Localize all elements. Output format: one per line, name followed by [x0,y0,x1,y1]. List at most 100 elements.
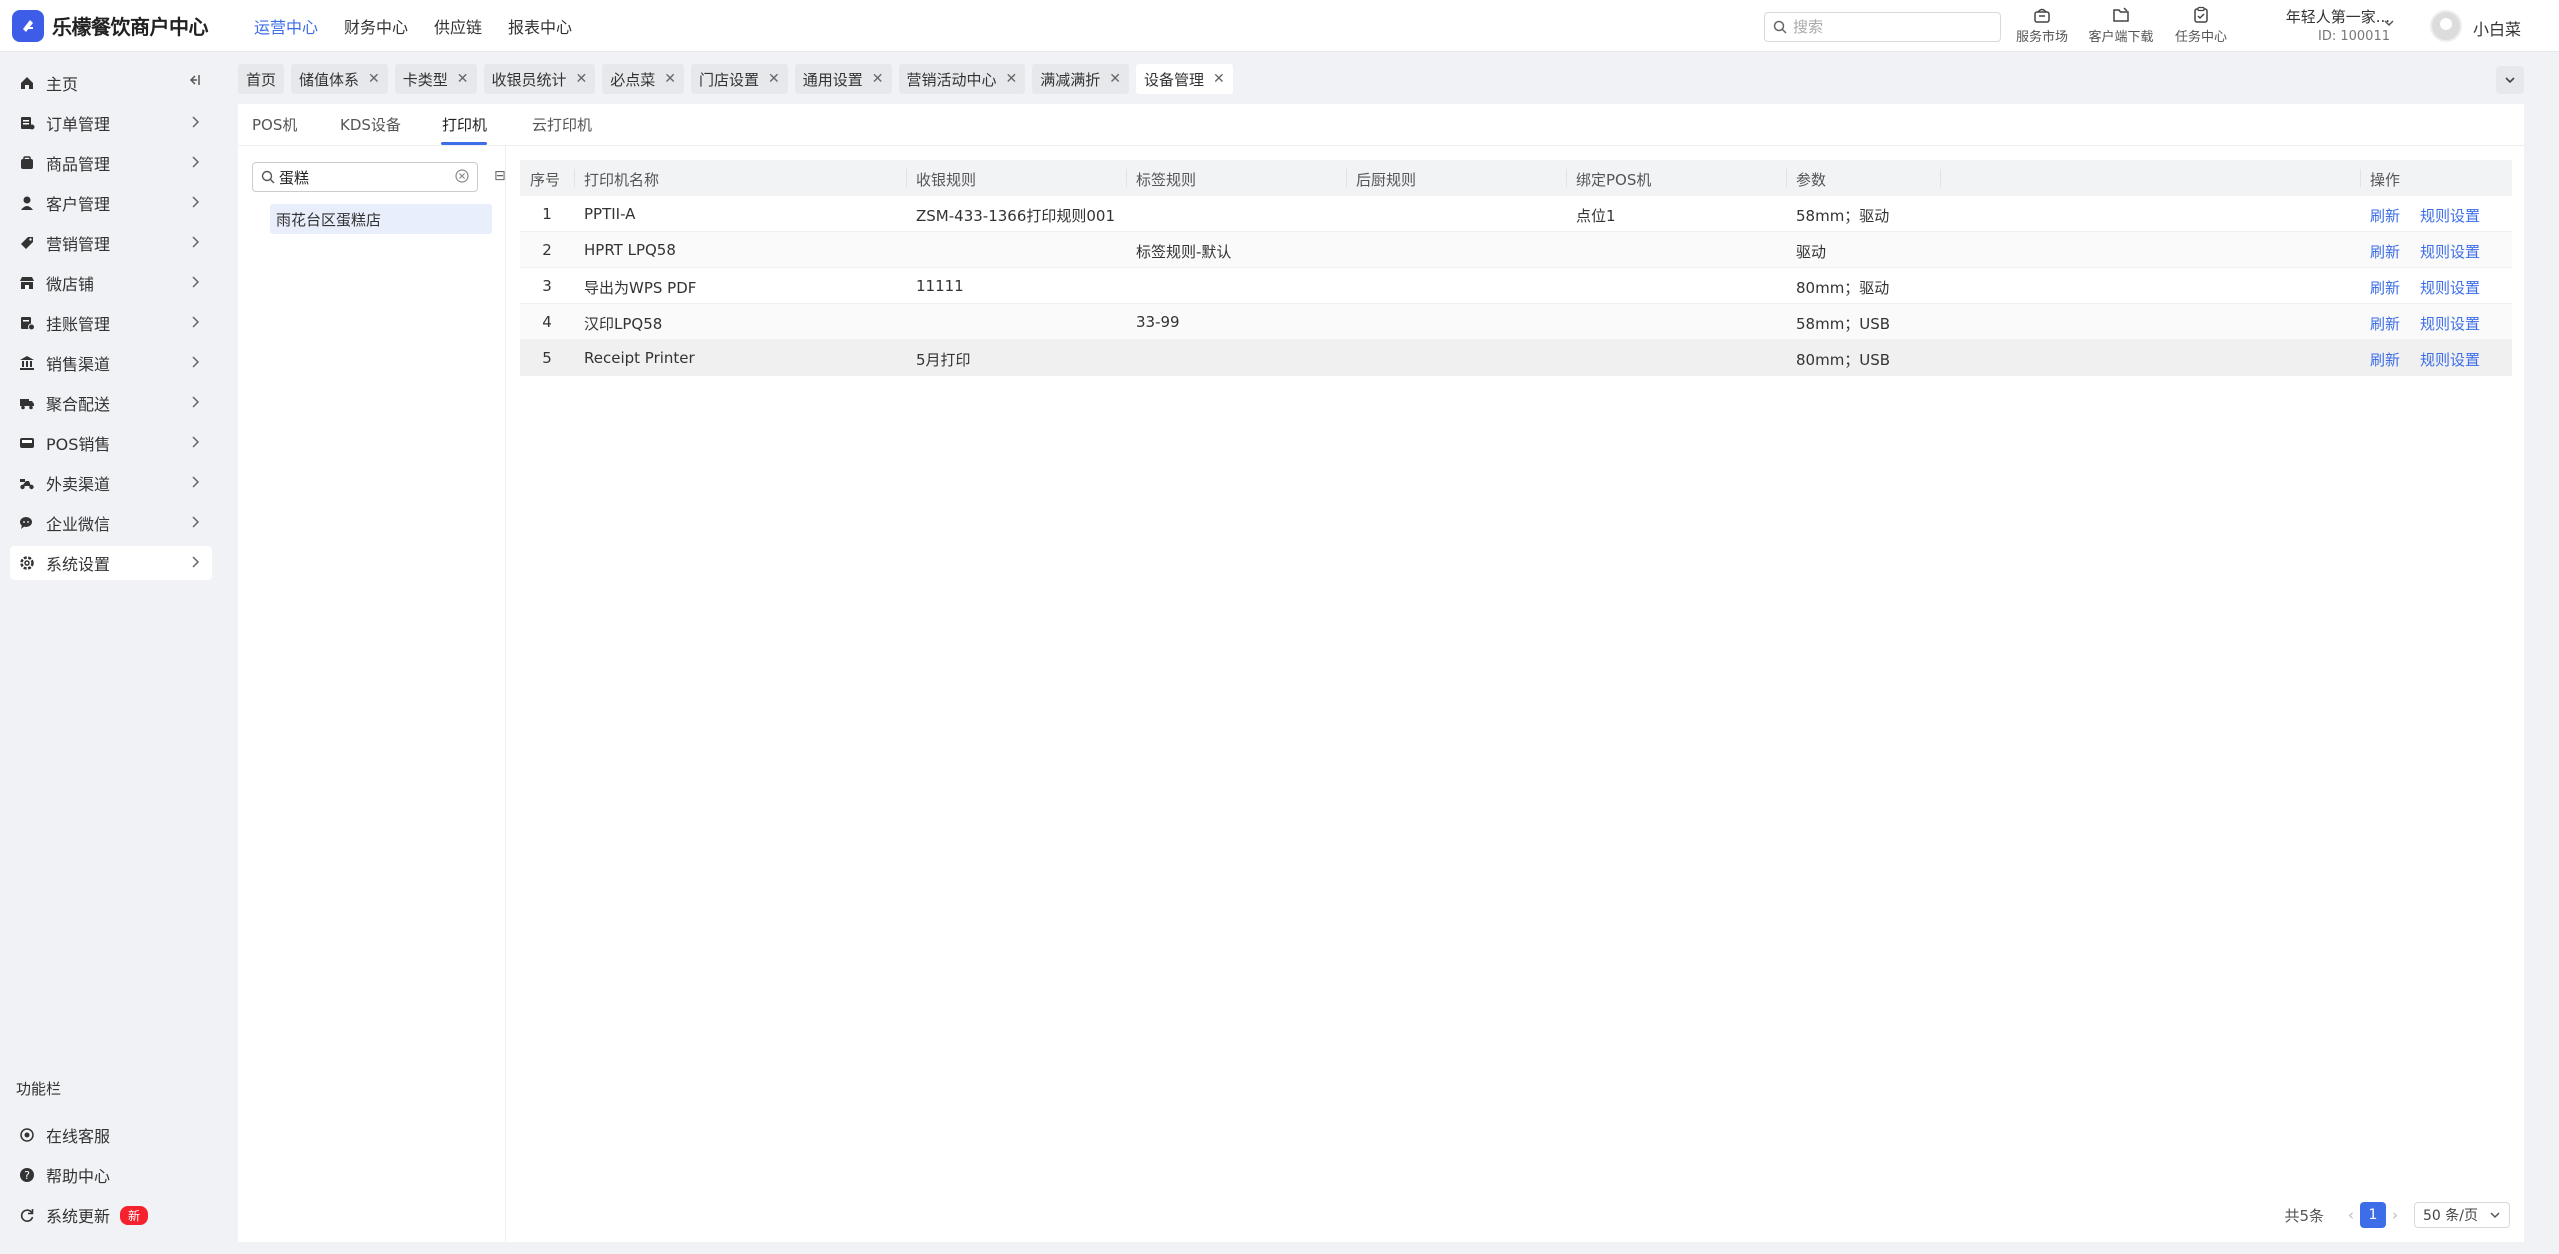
rule-settings-link[interactable]: 规则设置 [2420,349,2480,370]
close-icon[interactable]: ✕ [768,71,780,87]
sidebar-item-online-service[interactable]: 在线客服 [10,1118,212,1152]
subtab-printer[interactable]: 打印机 [442,114,487,135]
rule-settings-link[interactable]: 规则设置 [2420,205,2480,226]
chevron-down-icon[interactable] [2382,16,2396,30]
tab-cashier-stats[interactable]: 收银员统计 ✕ [483,64,596,94]
sidebar: 主页 订单管理 商品管理 客户管理 营销管理 微店铺 挂账管理 销售渠道 聚合配… [0,52,220,1254]
update-icon [18,1206,36,1224]
store-search[interactable] [252,162,478,192]
tab-store-settings[interactable]: 门店设置 ✕ [691,64,788,94]
rule-settings-link[interactable]: 规则设置 [2420,313,2480,334]
refresh-link[interactable]: 刷新 [2370,349,2400,370]
cell-bound-pos: 点位1 [1576,207,1616,225]
search-input[interactable] [1793,18,1983,36]
close-icon[interactable]: ✕ [1006,71,1018,87]
topnav-reports[interactable]: 报表中心 [508,14,572,38]
cell-index: 5 [542,349,552,367]
tab-required-dishes[interactable]: 必点菜 ✕ [602,64,685,94]
table-row: 3 导出为WPS PDF 11111 80mm；驱动 刷新 规则设置 [520,268,2512,304]
close-icon[interactable]: ✕ [1109,71,1121,87]
sidebar-item-system-update[interactable]: 系统更新 新 [10,1198,212,1232]
tab-marketing-center[interactable]: 营销活动中心 ✕ [898,64,1026,94]
global-search[interactable] [1764,12,2001,42]
sidebar-item-customers[interactable]: 客户管理 [10,186,212,220]
subtab-pos[interactable]: POS机 [252,114,297,135]
quick-service-market[interactable]: 服务市场 [2007,6,2077,45]
subtab-active-indicator [441,142,487,145]
sidebar-item-pos-sales[interactable]: POS销售 [10,426,212,460]
sidebar-item-takeout[interactable]: 外卖渠道 [10,466,212,500]
store-tree-panel: ⊟ 雨花台区蛋糕店 [238,146,506,1242]
sidebar-item-orders[interactable]: 订单管理 [10,106,212,140]
close-icon[interactable]: ✕ [872,71,884,87]
avatar[interactable] [2430,10,2462,42]
page-number[interactable]: 1 [2360,1202,2386,1228]
topnav-operations[interactable]: 运营中心 [254,14,318,38]
tab-general-settings[interactable]: 通用设置 ✕ [794,64,892,94]
store-search-input[interactable] [279,168,449,186]
sidebar-item-help[interactable]: ? 帮助中心 [10,1158,212,1192]
close-icon[interactable]: ✕ [664,71,676,87]
subtab-kds[interactable]: KDS设备 [340,114,401,135]
chevron-right-icon [192,116,200,128]
sidebar-item-microstore[interactable]: 微店铺 [10,266,212,300]
cell-printer-name: HPRT LPQ58 [584,241,676,259]
goods-icon [18,154,36,172]
close-icon[interactable]: ✕ [1213,71,1225,87]
tabs-more-button[interactable] [2496,66,2524,94]
refresh-link[interactable]: 刷新 [2370,205,2400,226]
column-divider [1126,169,1127,187]
sidebar-item-home[interactable]: 主页 [10,66,212,100]
sidebar-item-settings[interactable]: 系统设置 [10,546,212,580]
panel-toggle-icon[interactable]: ⊟ [494,168,506,184]
rule-settings-link[interactable]: 规则设置 [2420,241,2480,262]
org-switcher[interactable]: 年轻人第一家... ID: 100011 [2262,6,2390,44]
tree-node-store[interactable]: 雨花台区蛋糕店 [270,204,492,234]
sidebar-item-marketing[interactable]: 营销管理 [10,226,212,260]
tab-card-type[interactable]: 卡类型 ✕ [394,64,477,94]
pagination: 共5条 ‹ 1 › 50 条/页 [2284,1202,2510,1228]
chevron-right-icon [192,436,200,448]
close-icon[interactable]: ✕ [368,71,380,87]
cell-printer-name: PPTII-A [584,205,636,223]
column-header-index: 序号 [530,171,561,189]
sidebar-item-channels[interactable]: 销售渠道 [10,346,212,380]
tab-discounts[interactable]: 满减满折 ✕ [1032,64,1130,94]
topnav-finance[interactable]: 财务中心 [344,14,408,38]
rule-settings-link[interactable]: 规则设置 [2420,277,2480,298]
brand-logo[interactable]: 乐檬餐饮商户中心 [12,9,232,42]
prev-page-icon[interactable]: ‹ [2348,1206,2354,1224]
column-header-cashier-rule: 收银规则 [916,171,977,189]
function-bar-title: 功能栏 [16,1080,62,1098]
next-page-icon[interactable]: › [2392,1206,2398,1224]
table-body: 1 PPTII-A ZSM-433-1366打印规则001 点位1 58mm；驱… [520,196,2512,376]
download-icon [2113,7,2129,22]
sidebar-item-wecom[interactable]: 企业微信 [10,506,212,540]
refresh-link[interactable]: 刷新 [2370,241,2400,262]
cell-printer-name: 汉印LPQ58 [584,315,663,333]
user-name[interactable]: 小白菜 [2473,16,2521,40]
clear-icon[interactable] [455,169,469,183]
refresh-link[interactable]: 刷新 [2370,313,2400,334]
close-icon[interactable]: ✕ [576,71,588,87]
main-card: POS机 KDS设备 打印机 云打印机 ⊟ 雨花台区蛋糕店 序号 打印机名称 收… [238,104,2524,1242]
table-row: 2 HPRT LPQ58 标签规则-默认 驱动 刷新 规则设置 [520,232,2512,268]
tab-home[interactable]: 首页 [238,64,285,94]
sidebar-item-delivery[interactable]: 聚合配送 [10,386,212,420]
chevron-right-icon [192,356,200,368]
tab-device-management[interactable]: 设备管理 ✕ [1136,64,1233,94]
chevron-down-icon [2505,77,2515,84]
page-size-select[interactable]: 50 条/页 [2414,1202,2510,1228]
column-divider [2360,169,2361,187]
subtab-cloud-printer[interactable]: 云打印机 [532,114,592,135]
quick-client-download[interactable]: 客户端下载 [2086,6,2156,45]
quick-task-center[interactable]: 任务中心 [2166,6,2236,45]
topnav-supply-chain[interactable]: 供应链 [434,14,482,38]
brand-name: 乐檬餐饮商户中心 [52,15,209,39]
close-icon[interactable]: ✕ [457,71,469,87]
sidebar-item-credit[interactable]: 挂账管理 [10,306,212,340]
tab-stored-value[interactable]: 储值体系 ✕ [291,64,388,94]
new-badge: 新 [120,1205,149,1225]
sidebar-item-goods[interactable]: 商品管理 [10,146,212,180]
refresh-link[interactable]: 刷新 [2370,277,2400,298]
